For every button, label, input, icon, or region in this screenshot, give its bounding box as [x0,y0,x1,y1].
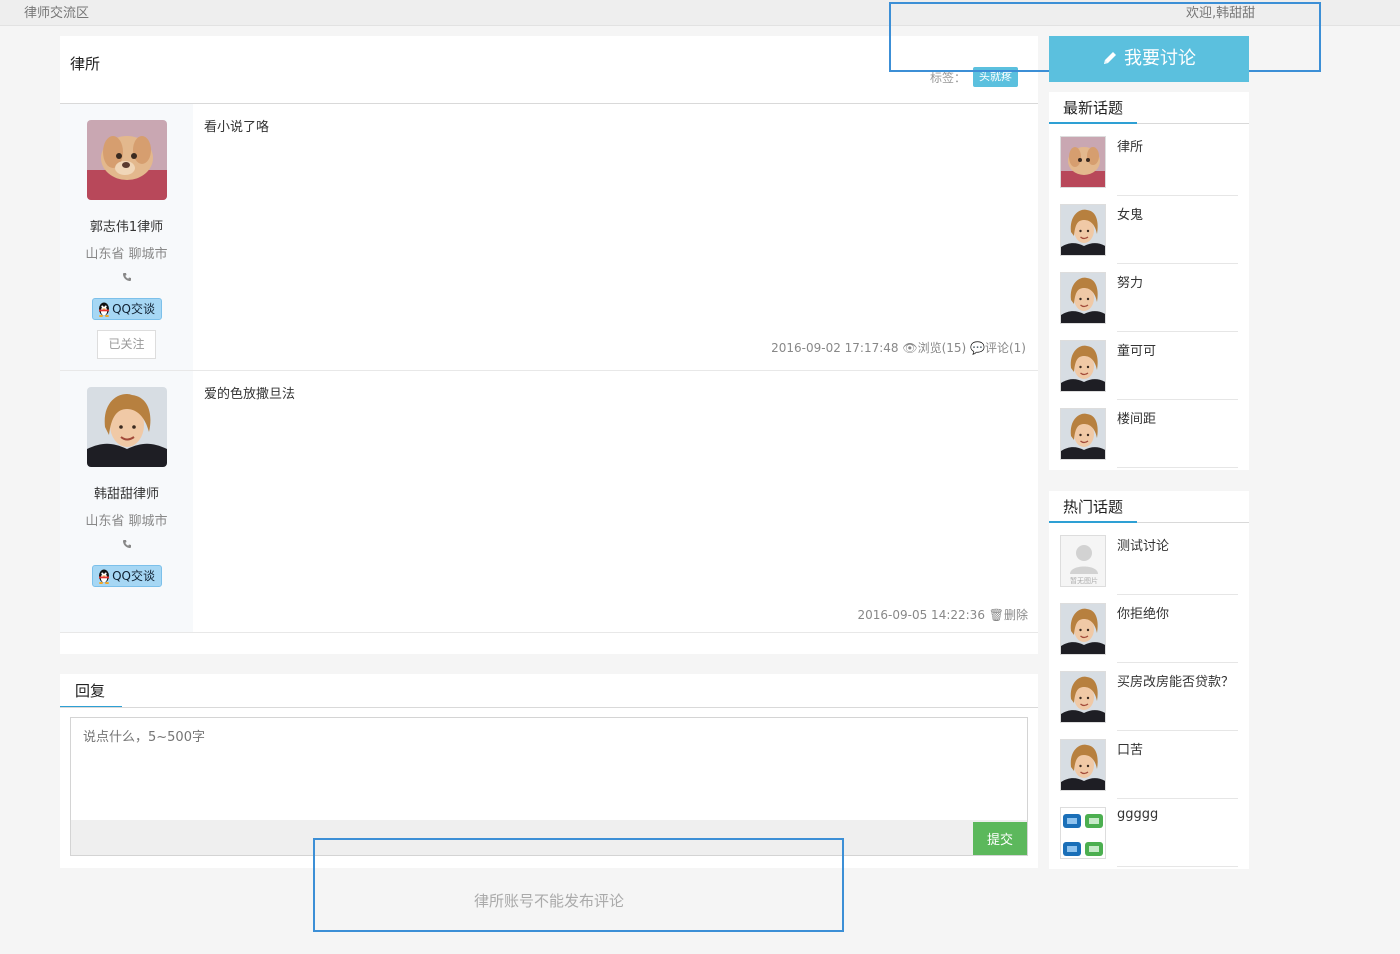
topic-item[interactable]: 律所 [1060,128,1238,196]
topic-thumbnail[interactable] [1060,272,1106,324]
topic-title[interactable]: 童可可 [1117,340,1156,359]
topic-thumbnail[interactable] [1060,671,1106,723]
qq-penguin-icon [99,302,109,317]
follow-button[interactable]: 已关注 [97,330,156,359]
reply-input[interactable] [70,717,1028,822]
topic-thumbnail[interactable] [1060,204,1106,256]
author-sidebar: 郭志伟1律师 山东省 聊城市 QQ交谈 已关注 [60,104,193,370]
qq-penguin-icon [99,569,109,584]
tab-reply[interactable]: 回复 [60,674,122,708]
post-item: 韩甜甜律师 山东省 聊城市 QQ交谈 爱的色放撒旦法 2016-09-05 14… [60,371,1038,633]
breadcrumb[interactable]: 律师交流区 [24,2,89,21]
start-discussion-label: 我要讨论 [1124,48,1196,69]
avatar[interactable] [87,120,167,200]
author-region: 山东省 聊城市 [85,514,168,529]
thread-title: 律所 [70,55,101,73]
topic-title[interactable]: 努力 [1117,272,1143,291]
topic-title[interactable]: 口苦 [1117,739,1143,758]
topic-title[interactable]: 测试讨论 [1117,535,1169,554]
topic-title[interactable]: 楼间距 [1117,408,1156,427]
svg-text:暂无图片: 暂无图片 [1070,576,1098,585]
author-name[interactable]: 韩甜甜律师 [60,483,193,502]
panel-title: 最新话题 [1049,92,1138,124]
post-meta: 2016-09-02 17:17:48 👁浏览(15) 💬评论(1) [771,341,1026,355]
topic-title[interactable]: 女鬼 [1117,204,1143,223]
post-meta[interactable]: 2016-09-05 14:22:36 🗑删除 [858,606,1029,623]
topic-thumbnail[interactable] [1060,739,1106,791]
avatar[interactable] [87,387,167,467]
latest-topics-panel: 最新话题 律所女鬼努力童可可楼间距 [1049,92,1249,470]
topic-thumbnail[interactable] [1060,136,1106,188]
author-region: 山东省 聊城市 [85,247,168,262]
panel-header: 最新话题 [1049,92,1249,124]
topic-thumbnail[interactable]: 暂无图片 [1060,535,1106,587]
topic-item[interactable]: 努力 [1060,264,1238,332]
topic-item[interactable]: ggggg [1060,799,1238,867]
hot-topics-panel: 热门话题 暂无图片 测试讨论你拒绝你买房改房能否贷款？ 口苦 ggggg [1049,491,1249,869]
topic-title[interactable]: 你拒绝你 [1117,603,1169,622]
divider [60,707,1038,708]
qq-chat-button[interactable]: QQ交谈 [92,565,162,587]
topic-thumbnail[interactable] [1060,408,1106,460]
topic-item[interactable]: 口苦 [1060,731,1238,799]
pencil-icon [1104,52,1116,64]
panel-header: 热门话题 [1049,491,1249,523]
thread-panel: 律所 标签： 头就疼 郭志伟1律师 山东省 聊城市 QQ交谈 已关注 看小说了咯… [60,36,1038,654]
topic-thumbnail[interactable] [1060,603,1106,655]
qq-chat-label: QQ交谈 [112,302,155,316]
topic-title[interactable]: ggggg [1117,807,1158,822]
divider [1117,467,1238,468]
topic-title[interactable]: 买房改房能否贷款？ [1117,671,1234,690]
post-content: 看小说了咯 [204,120,270,135]
author-sidebar: 韩甜甜律师 山东省 聊城市 QQ交谈 [60,371,193,632]
topic-title[interactable]: 律所 [1117,136,1143,155]
post-item: 郭志伟1律师 山东省 聊城市 QQ交谈 已关注 看小说了咯 2016-09-02… [60,104,1038,371]
topic-thumbnail[interactable] [1060,807,1106,859]
topic-thumbnail[interactable] [1060,340,1106,392]
topic-item[interactable]: 买房改房能否贷款？ [1060,663,1238,731]
start-discussion-button[interactable]: 我要讨论 [1049,36,1249,82]
phone-icon[interactable] [60,271,193,285]
panel-title: 热门话题 [1049,491,1138,523]
phone-icon[interactable] [60,538,193,552]
submit-button[interactable]: 提交 [973,822,1027,855]
highlight-box-bottom [313,838,844,932]
author-name[interactable]: 郭志伟1律师 [60,216,193,235]
divider [1117,866,1238,867]
topic-item[interactable]: 童可可 [1060,332,1238,400]
qq-chat-button[interactable]: QQ交谈 [92,298,162,320]
topic-item[interactable]: 暂无图片 测试讨论 [1060,527,1238,595]
qq-chat-label: QQ交谈 [112,569,155,583]
topic-item[interactable]: 楼间距 [1060,400,1238,468]
topic-item[interactable]: 女鬼 [1060,196,1238,264]
topic-item[interactable]: 你拒绝你 [1060,595,1238,663]
post-content: 爱的色放撒旦法 [204,387,296,402]
